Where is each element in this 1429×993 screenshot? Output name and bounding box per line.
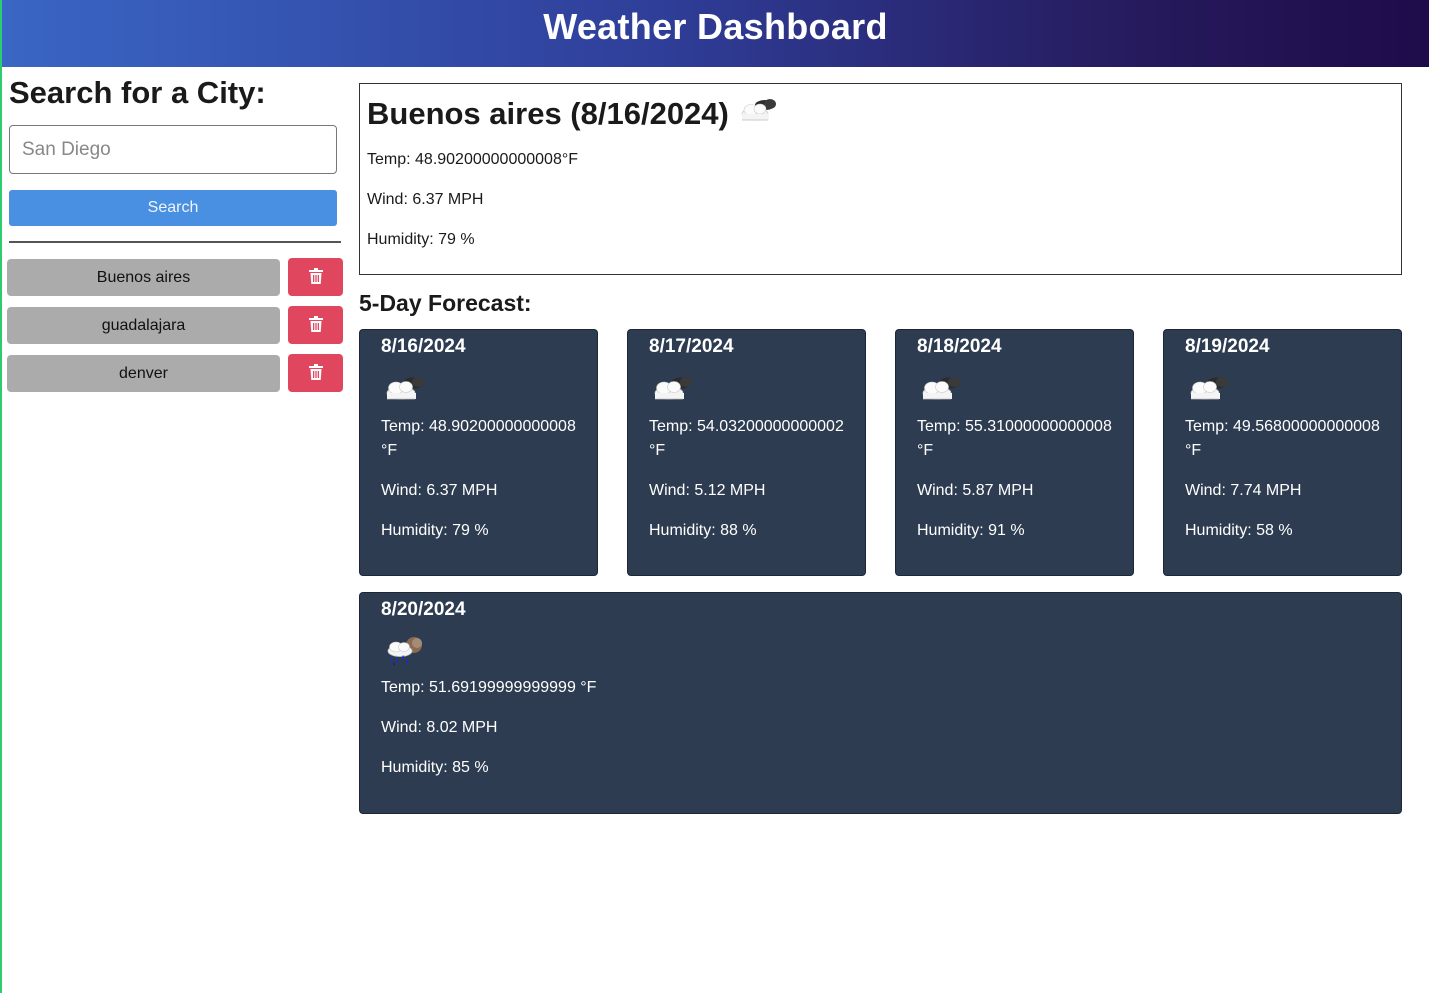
forecast-temp: Temp: 51.69199999999999 °F: [381, 679, 597, 696]
history-item: guadalajara: [7, 306, 345, 344]
history-city-button[interactable]: guadalajara: [7, 307, 280, 344]
search-history: Buenos aires guadalajara denver: [7, 258, 345, 403]
history-item: Buenos aires: [7, 258, 345, 296]
search-heading: Search for a City:: [9, 75, 266, 110]
forecast-humidity: Humidity: 85 %: [381, 759, 489, 776]
forecast-humidity: Humidity: 58 %: [1185, 522, 1293, 539]
night-cloudy-icon: [649, 371, 844, 411]
current-weather-title: Buenos aires (8/16/2024): [367, 94, 1394, 134]
forecast-card: 8/20/2024 Temp: 51.69199999999999 °F Win…: [359, 592, 1402, 814]
forecast-temp: Temp: 49.56800000000008 °F: [1185, 418, 1380, 459]
city-search-input[interactable]: [9, 125, 337, 174]
forecast-wind: Wind: 5.12 MPH: [649, 482, 766, 499]
forecast-humidity: Humidity: 91 %: [917, 522, 1025, 539]
forecast-card: 8/18/2024 Temp: 55.31000000000008 °F Win…: [895, 329, 1134, 576]
forecast-humidity: Humidity: 88 %: [649, 522, 757, 539]
forecast-humidity: Humidity: 79 %: [381, 522, 489, 539]
divider: [9, 241, 341, 243]
forecast-temp: Temp: 48.90200000000008 °F: [381, 418, 576, 459]
forecast-wind: Wind: 6.37 MPH: [381, 482, 498, 499]
forecast-date: 8/16/2024: [381, 336, 466, 357]
delete-city-button[interactable]: [288, 306, 343, 344]
search-button[interactable]: Search: [9, 190, 337, 226]
history-city-button[interactable]: denver: [7, 355, 280, 392]
history-city-button[interactable]: Buenos aires: [7, 259, 280, 296]
forecast-wind: Wind: 8.02 MPH: [381, 719, 498, 736]
forecast-wind: Wind: 5.87 MPH: [917, 482, 1034, 499]
current-temp: Temp: 48.90200000000008°F: [367, 151, 579, 168]
delete-city-button[interactable]: [288, 354, 343, 392]
forecast-card: 8/16/2024 Temp: 48.90200000000008 °F Win…: [359, 329, 598, 576]
forecast-card: 8/17/2024 Temp: 54.03200000000002 °F Win…: [627, 329, 866, 576]
forecast-date: 8/18/2024: [917, 336, 1002, 357]
current-wind: Wind: 6.37 MPH: [367, 191, 484, 208]
night-cloudy-icon: [917, 371, 1112, 411]
night-cloudy-icon: [381, 371, 576, 411]
night-cloudy-icon: [1185, 371, 1380, 411]
night-rain-icon: [381, 634, 1380, 674]
trash-icon: [308, 363, 323, 383]
forecast-date: 8/17/2024: [649, 336, 734, 357]
current-humidity: Humidity: 79 %: [367, 231, 475, 248]
trash-icon: [308, 315, 323, 335]
forecast-heading: 5-Day Forecast:: [359, 290, 532, 316]
current-weather-panel: Buenos aires (8/16/2024) Temp: 48.902000…: [359, 83, 1402, 275]
app-title: Weather Dashboard: [543, 6, 888, 47]
forecast-date: 8/19/2024: [1185, 336, 1270, 357]
delete-city-button[interactable]: [288, 258, 343, 296]
night-cloudy-icon: [737, 95, 779, 133]
trash-icon: [308, 267, 323, 287]
forecast-temp: Temp: 55.31000000000008 °F: [917, 418, 1112, 459]
forecast-wind: Wind: 7.74 MPH: [1185, 482, 1302, 499]
forecast-date: 8/20/2024: [381, 599, 466, 620]
forecast-card: 8/19/2024 Temp: 49.56800000000008 °F Win…: [1163, 329, 1402, 576]
search-sidebar: Search for a City: Search Buenos aires g…: [7, 67, 345, 392]
current-city-date: Buenos aires (8/16/2024): [367, 96, 729, 131]
app-header: Weather Dashboard: [2, 0, 1429, 67]
history-item: denver: [7, 354, 345, 392]
forecast-temp: Temp: 54.03200000000002 °F: [649, 418, 844, 459]
